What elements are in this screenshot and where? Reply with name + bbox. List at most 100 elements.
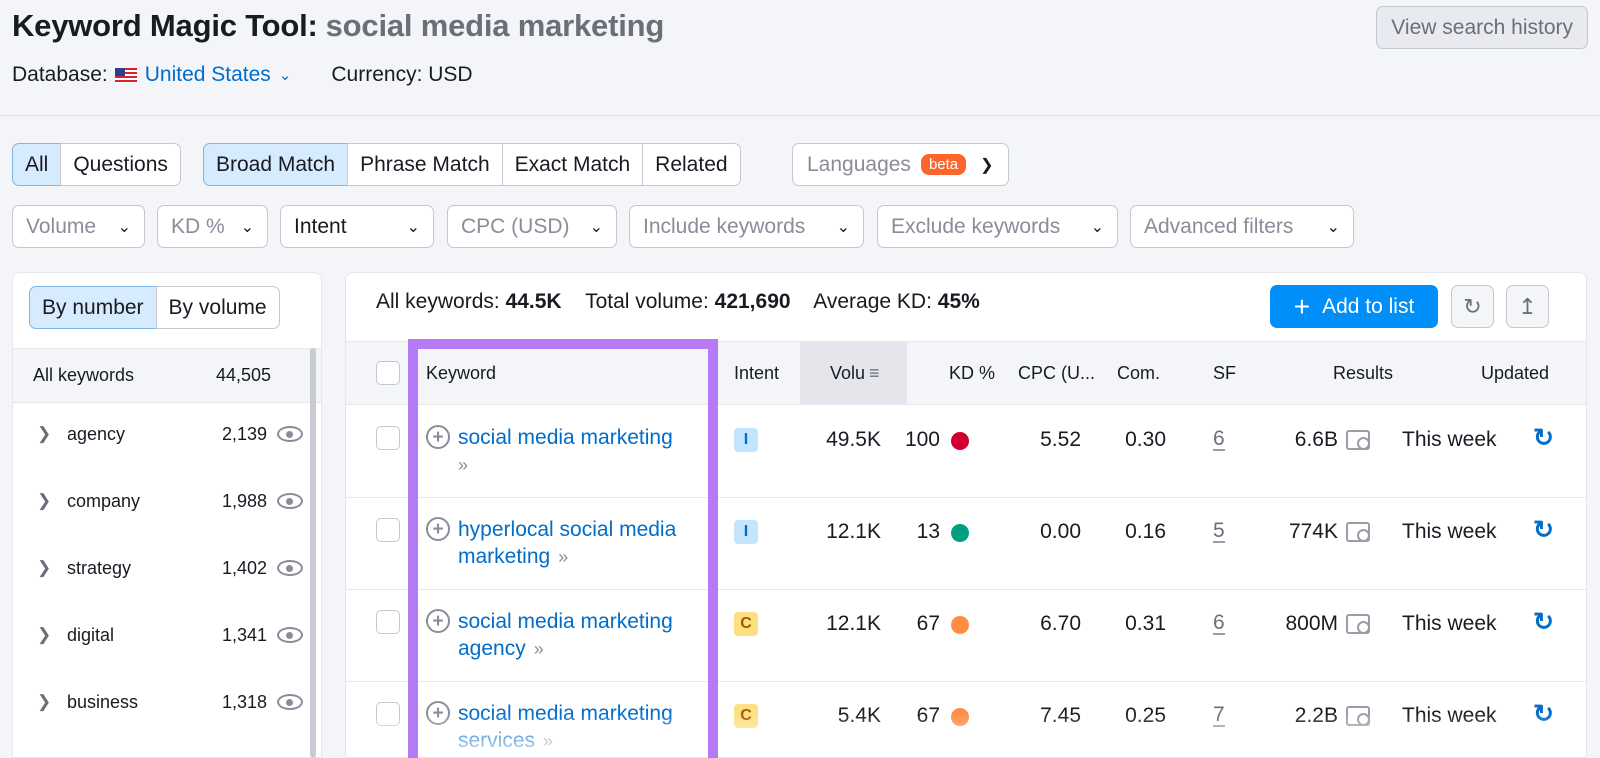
serp-features-count[interactable]: 5	[1213, 520, 1225, 543]
group-item[interactable]: ❯ digital 1,341	[13, 605, 313, 665]
chevron-down-icon: ⌄	[589, 218, 603, 236]
row-checkbox[interactable]	[376, 518, 400, 542]
summary-volume-label: Total volume:	[585, 290, 709, 313]
group-count: 1,402	[221, 557, 267, 578]
refresh-icon[interactable]: ↻	[1533, 515, 1554, 545]
kd-indicator	[951, 524, 969, 542]
chevron-down-icon: ⌄	[836, 218, 850, 236]
chevron-right-icon[interactable]: ❯	[37, 692, 57, 712]
group-item[interactable]: ❯ business 1,318	[13, 672, 313, 732]
languages-label: Languages	[807, 152, 911, 176]
filter-cpc[interactable]: CPC (USD) ⌄	[447, 205, 617, 248]
kd-value: 67	[916, 612, 940, 635]
chevron-down-icon: ⌄	[240, 218, 254, 236]
col-volume[interactable]: Volu ≡	[800, 342, 907, 404]
all-keywords-count: 44,505	[215, 365, 271, 385]
chevron-down-icon: ⌄	[117, 218, 131, 236]
add-to-list-button[interactable]: + Add to list	[1270, 285, 1438, 328]
filter-kd[interactable]: KD % ⌄	[157, 205, 268, 248]
eye-icon[interactable]	[277, 694, 303, 710]
col-intent[interactable]: Intent	[734, 342, 779, 404]
tab-related[interactable]: Related	[642, 143, 741, 186]
keyword-column-highlight	[408, 339, 718, 758]
seed-keyword: social media marketing	[325, 8, 665, 43]
filter-include-keywords[interactable]: Include keywords ⌄	[629, 205, 864, 248]
updated-value: This week	[1402, 428, 1497, 451]
tab-all[interactable]: All	[12, 143, 62, 186]
group-name: strategy	[67, 557, 132, 578]
col-results[interactable]: Results	[1333, 342, 1393, 404]
summary-bar: All keywords: 44.5K Total volume: 421,69…	[376, 290, 998, 314]
all-keywords-row[interactable]: All keywords 44,505	[13, 348, 321, 403]
serp-features-count[interactable]: 6	[1213, 612, 1225, 635]
filter-label: Exclude keywords	[891, 214, 1061, 238]
col-kd[interactable]: KD %	[949, 342, 995, 404]
col-cpc[interactable]: CPC (U...	[1018, 342, 1095, 404]
summary-kd-label: Average KD:	[813, 290, 932, 313]
chevron-down-icon: ⌄	[1090, 218, 1104, 236]
col-sf[interactable]: SF	[1213, 342, 1236, 404]
row-checkbox[interactable]	[376, 426, 400, 450]
chevron-right-icon[interactable]: ❯	[37, 424, 57, 444]
group-count: 1,988	[221, 490, 267, 511]
group-item[interactable]: ❯ agency 2,139	[13, 404, 313, 464]
filter-volume[interactable]: Volume ⌄	[12, 205, 145, 248]
tab-exact-match[interactable]: Exact Match	[501, 143, 644, 186]
intent-badge: I	[734, 520, 758, 544]
groups-scrollbar[interactable]	[310, 348, 316, 758]
filter-label: Advanced filters	[1144, 214, 1294, 238]
keyword-groups-panel: By number By volume All keywords 44,505 …	[12, 272, 322, 758]
tab-phrase-match[interactable]: Phrase Match	[347, 143, 503, 186]
group-item[interactable]: ❯ company 1,988	[13, 471, 313, 531]
cpc-value: 5.52	[1040, 428, 1081, 451]
languages-dropdown[interactable]: Languages beta ❯	[792, 143, 1009, 186]
row-checkbox[interactable]	[376, 610, 400, 634]
scope-tabs: All Questions	[12, 143, 181, 186]
eye-icon[interactable]	[277, 560, 303, 576]
eye-icon[interactable]	[277, 627, 303, 643]
group-item[interactable]: ❯ strategy 1,402	[13, 538, 313, 598]
chevron-right-icon[interactable]: ❯	[37, 625, 57, 645]
filter-exclude-keywords[interactable]: Exclude keywords ⌄	[877, 205, 1118, 248]
tab-questions[interactable]: Questions	[60, 143, 181, 186]
results-value: 6.6B	[1294, 428, 1338, 451]
refresh-icon[interactable]: ↻	[1533, 607, 1554, 637]
volume-value: 12.1K	[826, 612, 881, 635]
chevron-right-icon[interactable]: ❯	[37, 558, 57, 578]
col-com[interactable]: Com.	[1117, 342, 1160, 404]
match-tabs: Broad Match Phrase Match Exact Match Rel…	[203, 143, 741, 186]
serp-preview-icon[interactable]	[1346, 614, 1370, 634]
eye-icon[interactable]	[277, 426, 303, 442]
filter-label: Volume	[26, 214, 97, 238]
serp-preview-icon[interactable]	[1346, 430, 1370, 450]
view-search-history-button[interactable]: View search history	[1376, 6, 1588, 49]
chevron-down-icon[interactable]: ⌄	[279, 66, 292, 84]
eye-icon[interactable]	[277, 493, 303, 509]
col-updated[interactable]: Updated	[1481, 342, 1549, 404]
database-label: Database:	[12, 63, 108, 86]
select-all-checkbox[interactable]	[376, 361, 400, 385]
refresh-icon[interactable]: ↻	[1533, 423, 1554, 453]
toggle-by-volume[interactable]: By volume	[155, 286, 280, 329]
kd-value: 100	[904, 428, 940, 451]
toggle-by-number[interactable]: By number	[29, 286, 157, 329]
beta-badge: beta	[920, 154, 967, 175]
intent-badge: C	[734, 612, 758, 636]
filter-intent[interactable]: Intent ⌄	[280, 205, 434, 248]
tab-broad-match[interactable]: Broad Match	[203, 143, 349, 186]
refresh-button[interactable]: ↻	[1451, 285, 1494, 328]
tool-title: Keyword Magic Tool:	[12, 8, 318, 43]
export-button[interactable]: ↥	[1506, 285, 1549, 328]
select-all[interactable]	[376, 342, 400, 404]
group-name: agency	[67, 423, 126, 444]
database-select[interactable]: United States	[145, 63, 271, 87]
summary-kd-value: 45%	[937, 290, 980, 313]
serp-preview-icon[interactable]	[1346, 522, 1370, 542]
serp-features-count[interactable]: 6	[1213, 428, 1225, 451]
summary-all-value: 44.5K	[505, 290, 562, 313]
sort-icon: ≡	[869, 362, 880, 383]
filter-advanced[interactable]: Advanced filters ⌄	[1130, 205, 1354, 248]
updated-value: This week	[1402, 520, 1497, 543]
summary-volume-value: 421,690	[714, 290, 791, 313]
chevron-right-icon[interactable]: ❯	[37, 491, 57, 511]
